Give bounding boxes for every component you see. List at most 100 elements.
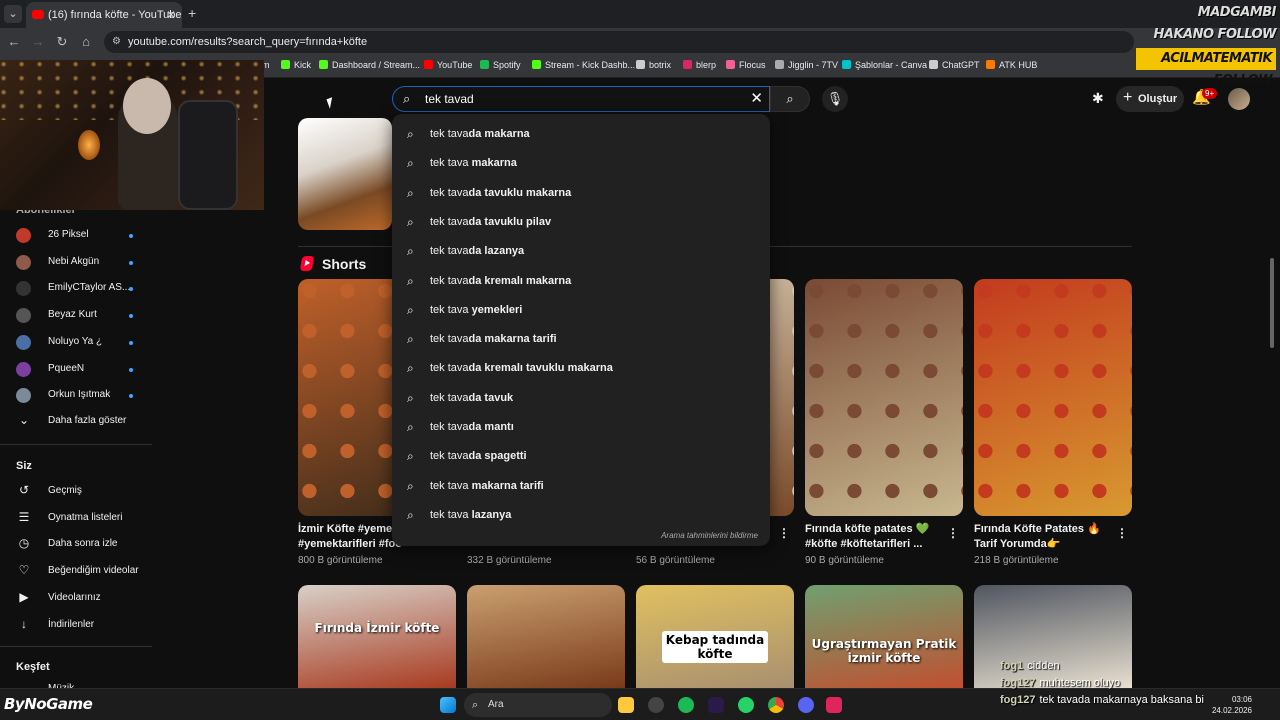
bookmark-icon xyxy=(929,60,938,69)
subscription-item[interactable]: PqueeN xyxy=(16,360,146,380)
suggestion-text: tek tavada spagetti xyxy=(430,450,527,462)
more-actions-icon[interactable]: ⋮ xyxy=(947,526,959,540)
you-item[interactable]: ♡ Beğendiğim videolar xyxy=(16,562,146,582)
bookmark-item[interactable]: Spotify xyxy=(480,60,521,70)
explore-item[interactable]: Müzik xyxy=(16,680,146,688)
taskbar-search[interactable]: ⌕ Ara xyxy=(464,693,612,717)
forward-button[interactable]: → xyxy=(30,34,46,49)
create-button[interactable]: + Oluştur xyxy=(1116,86,1184,112)
bookmark-item[interactable]: ATK HUB xyxy=(986,60,1037,70)
search-suggestion[interactable]: ⌕ tek tavada kremalı tavuklu makarna xyxy=(392,354,770,383)
suggestion-typed-part: tek tava xyxy=(430,128,469,140)
new-tab-button[interactable]: + xyxy=(188,5,196,21)
app-icon-2[interactable] xyxy=(826,697,842,713)
bookmark-item[interactable]: YouTube xyxy=(424,60,472,70)
bookmark-item[interactable]: ChatGPT xyxy=(929,60,980,70)
subscription-item[interactable]: Nebi Akgün xyxy=(16,253,146,273)
chrome-icon[interactable] xyxy=(768,697,784,713)
short-title-line2[interactable]: #köfte #köftetarifleri ... xyxy=(805,537,945,552)
search-suggestion[interactable]: ⌕ tek tavada tavuklu makarna xyxy=(392,179,770,208)
search-suggestion[interactable]: ⌕ tek tavada tavuk xyxy=(392,384,770,413)
you-item[interactable]: ☰ Oynatma listeleri xyxy=(16,509,146,529)
app-icon[interactable] xyxy=(708,697,724,713)
short-thumbnail[interactable] xyxy=(467,585,625,688)
bookmark-item[interactable]: Şablonlar - Canva xyxy=(842,60,927,70)
channel-avatar xyxy=(16,281,31,297)
search-suggestion[interactable]: ⌕ tek tava makarna tarifi xyxy=(392,472,770,501)
short-thumbnail[interactable] xyxy=(805,279,963,516)
subscription-label: Noluyo Ya ¿ xyxy=(48,335,103,347)
suggestion-completion: da lazanya xyxy=(468,245,525,258)
voice-search-button[interactable]: 🎙 xyxy=(822,86,848,112)
clear-search-icon[interactable]: ✕ xyxy=(750,89,763,107)
close-tab-icon[interactable]: ✕ xyxy=(166,2,176,28)
obs-icon[interactable] xyxy=(648,697,664,713)
subscription-item[interactable]: Noluyo Ya ¿ xyxy=(16,333,146,353)
search-suggestion[interactable]: ⌕ tek tavada makarna tarifi xyxy=(392,325,770,354)
bookmark-label: ChatGPT xyxy=(942,60,980,70)
bookmark-item[interactable]: blerp xyxy=(683,60,716,70)
search-suggestion[interactable]: ⌕ tek tavada mantı xyxy=(392,413,770,442)
bookmark-item[interactable]: Flocus xyxy=(726,60,766,70)
suggestion-text: tek tavada lazanya xyxy=(430,245,524,257)
discord-icon[interactable] xyxy=(798,697,814,713)
bookmark-icon xyxy=(281,60,290,69)
start-icon[interactable] xyxy=(440,697,456,713)
bookmark-item[interactable]: botrix xyxy=(636,60,671,70)
site-info-icon[interactable]: ⚙ xyxy=(112,31,121,53)
url-field[interactable]: ⚙ youtube.com/results?search_query=fırın… xyxy=(104,31,1134,53)
bookmark-item[interactable]: Kick xyxy=(281,60,311,70)
search-icon: ⌕ xyxy=(407,390,414,405)
scrollbar[interactable] xyxy=(1270,258,1274,348)
short-title[interactable]: Fırında köfte patates 💚 xyxy=(805,522,945,537)
search-suggestion[interactable]: ⌕ tek tavada lazanya xyxy=(392,237,770,266)
browser-tab[interactable]: (16) fırında köfte - YouTube ✕ xyxy=(26,2,182,28)
you-item[interactable]: ↺ Geçmiş xyxy=(16,482,146,502)
you-item[interactable]: ▶ Videolarınız xyxy=(16,589,146,609)
bookmark-item[interactable]: Stream - Kick Dashb... xyxy=(532,60,635,70)
bookmark-item[interactable]: Dashboard / Stream... xyxy=(319,60,420,70)
subscription-item[interactable]: EmilyCTaylor AS... xyxy=(16,279,146,299)
short-thumbnail[interactable]: Kebap tadında köfte xyxy=(636,585,794,688)
subscription-item[interactable]: 26 Piksel xyxy=(16,226,146,246)
search-suggestion[interactable]: ⌕ tek tavada makarna xyxy=(392,120,770,149)
back-button[interactable]: ← xyxy=(6,34,22,49)
bookmark-label: Dashboard / Stream... xyxy=(332,60,421,70)
suggestion-completion: da makarna xyxy=(468,128,530,140)
search-suggestion[interactable]: ⌕ tek tavada kremalı makarna xyxy=(392,267,770,296)
search-input[interactable]: ⌕ tek tavad ✕ xyxy=(392,86,770,112)
spotify-icon[interactable] xyxy=(678,697,694,713)
home-button[interactable]: ⌂ xyxy=(78,34,94,49)
short-title[interactable]: Fırında Köfte Patates 🔥 xyxy=(974,522,1114,537)
search-suggestion[interactable]: ⌕ tek tava makarna xyxy=(392,149,770,178)
you-heading[interactable]: Siz xyxy=(16,460,32,472)
you-item[interactable]: ◷ Daha sonra izle xyxy=(16,535,146,555)
channel-avatar xyxy=(16,228,31,243)
search-suggestion[interactable]: ⌕ tek tavada tavuklu pilav xyxy=(392,208,770,237)
short-thumbnail[interactable]: Fırında İzmir köfte xyxy=(298,585,456,688)
whatsapp-icon[interactable] xyxy=(738,697,754,713)
subscription-item[interactable]: Beyaz Kurt xyxy=(16,306,146,326)
bookmark-item[interactable]: Jigglin - 7TV xyxy=(775,60,838,70)
subscription-item[interactable]: Orkun Işıtmak xyxy=(16,386,146,406)
search-button[interactable]: ⌕ xyxy=(770,86,810,112)
you-item[interactable]: ↓ İndirilenler xyxy=(16,616,146,636)
studio-icon[interactable]: ✱ xyxy=(1092,90,1104,107)
search-suggestion[interactable]: ⌕ tek tava lazanya xyxy=(392,501,770,530)
reload-button[interactable]: ↻ xyxy=(54,34,70,50)
tab-search-button[interactable]: ⌄ xyxy=(4,5,22,23)
search-suggestion[interactable]: ⌕ tek tavada spagetti xyxy=(392,442,770,471)
show-more-button[interactable]: ⌄ Daha fazla göster xyxy=(16,412,146,432)
short-title-line2[interactable]: Tarif Yorumda👉 xyxy=(974,537,1114,552)
short-thumbnail[interactable] xyxy=(974,279,1132,516)
chat-message: fog1 cidden xyxy=(1000,660,1230,677)
short-thumbnail[interactable]: Ugraştırmayan Pratik izmir köfte xyxy=(805,585,963,688)
bookmark-icon xyxy=(636,60,645,69)
more-actions-icon[interactable]: ⋮ xyxy=(778,526,790,540)
video-thumbnail[interactable] xyxy=(298,118,392,230)
search-suggestion[interactable]: ⌕ tek tava yemekleri xyxy=(392,296,770,325)
file-explorer-icon[interactable] xyxy=(618,697,634,713)
more-actions-icon[interactable]: ⋮ xyxy=(1116,526,1128,540)
browser-tab-bar: ⌄ (16) fırında köfte - YouTube ✕ + xyxy=(0,0,1280,28)
report-predictions-link[interactable]: Arama tahminlerini bildirme xyxy=(661,531,758,540)
